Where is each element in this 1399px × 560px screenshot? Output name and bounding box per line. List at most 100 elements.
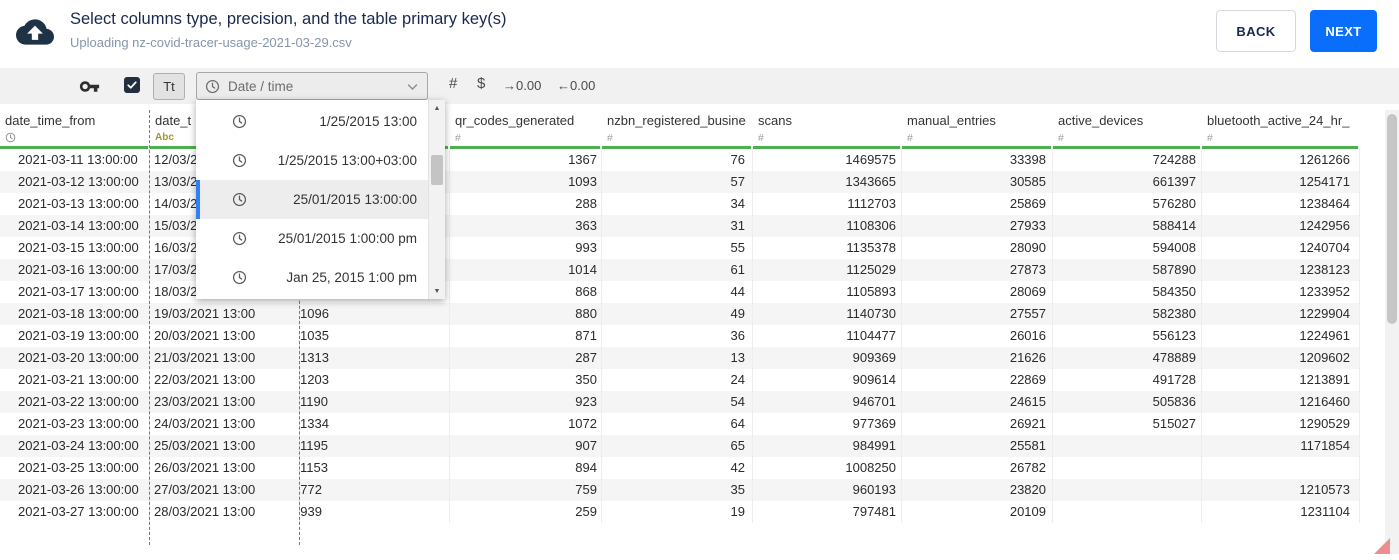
table-cell: 22/03/2021 13:00 — [150, 369, 300, 391]
table-cell: 57 — [602, 171, 753, 193]
table-cell: 27873 — [902, 259, 1053, 281]
table-cell: 515027 — [1053, 413, 1202, 435]
table-cell: 1195 — [300, 435, 450, 457]
chevron-down-icon — [405, 79, 420, 94]
column-type-indicator: # — [1207, 132, 1213, 144]
table-cell: 1343665 — [753, 171, 902, 193]
table-cell: 28/03/2021 13:00 — [150, 501, 300, 523]
scroll-down-arrow-icon[interactable]: ▼ — [429, 284, 445, 298]
table-cell: 2021-03-23 13:00:00 — [0, 413, 150, 435]
table-cell: 1209602 — [1202, 347, 1360, 369]
column-header[interactable]: date_time_from — [0, 110, 150, 132]
dropdown-option[interactable]: 1/25/2015 13:00 — [196, 102, 428, 141]
clock-icon — [232, 192, 247, 207]
include-column-checkbox[interactable] — [124, 77, 140, 93]
table-cell: 2021-03-19 13:00:00 — [0, 325, 150, 347]
column-header[interactable]: active_devices — [1053, 110, 1202, 132]
column-header[interactable]: bluetooth_active_24_hr_ — [1202, 110, 1360, 132]
column-header[interactable]: scans — [753, 110, 902, 132]
column-type-indicator: # — [455, 132, 461, 144]
table-cell: 31 — [602, 215, 753, 237]
table-cell: 24/03/2021 13:00 — [150, 413, 300, 435]
next-button[interactable]: NEXT — [1310, 10, 1377, 52]
table-cell: 21626 — [902, 347, 1053, 369]
column-header[interactable]: manual_entries — [902, 110, 1053, 132]
table-cell: 594008 — [1053, 237, 1202, 259]
table-cell: 661397 — [1053, 171, 1202, 193]
dropdown-scrollbar-thumb[interactable] — [431, 155, 443, 185]
table-cell: 907 — [450, 435, 602, 457]
datetime-select-value: Date / time — [228, 78, 294, 94]
table-cell: 1213891 — [1202, 369, 1360, 391]
column-type-toolbar: Tt Date / time # $ →0.00 ←0.00 — [0, 68, 1399, 104]
clock-icon — [232, 153, 247, 168]
table-cell: 26782 — [902, 457, 1053, 479]
column-header[interactable]: qr_codes_generated — [450, 110, 602, 132]
table-cell: 1242956 — [1202, 215, 1360, 237]
table-cell: 1035 — [300, 325, 450, 347]
table-cell: 28090 — [902, 237, 1053, 259]
table-cell: 30585 — [902, 171, 1053, 193]
table-cell: 759 — [450, 479, 602, 501]
table-cell: 909369 — [753, 347, 902, 369]
number-type-button[interactable]: # — [449, 75, 457, 92]
table-cell: 20109 — [902, 501, 1053, 523]
table-cell: 1334 — [300, 413, 450, 435]
table-row: 2021-03-20 13:00:00 21/03/2021 13:00 1313 2… — [0, 347, 1360, 369]
table-cell: 1367 — [450, 149, 602, 171]
dropdown-option[interactable]: Jan 25, 2015 1:00 pm — [196, 258, 428, 297]
table-cell: 28069 — [902, 281, 1053, 303]
table-cell: 1096 — [300, 303, 450, 325]
text-type-button[interactable]: Tt — [153, 73, 185, 100]
table-cell: 23/03/2021 13:00 — [150, 391, 300, 413]
table-cell: 2021-03-26 13:00:00 — [0, 479, 150, 501]
table-cell: 19/03/2021 13:00 — [150, 303, 300, 325]
table-cell: 19 — [602, 501, 753, 523]
table-cell: 26016 — [902, 325, 1053, 347]
dropdown-option[interactable]: 25/01/2015 13:00:00 — [196, 180, 428, 219]
decrease-decimal-button[interactable]: ←0.00 — [557, 78, 595, 93]
dropdown-scrollbar[interactable]: ▲ ▼ — [428, 100, 445, 299]
table-cell: 363 — [450, 215, 602, 237]
table-cell: 1216460 — [1202, 391, 1360, 413]
increase-decimal-button[interactable]: →0.00 — [503, 78, 541, 93]
table-cell: 894 — [450, 457, 602, 479]
selected-column-left-boundary — [149, 110, 150, 545]
vertical-scrollbar-thumb[interactable] — [1387, 114, 1397, 324]
dropdown-option[interactable]: 25/01/2015 1:00:00 pm — [196, 219, 428, 258]
table-cell: 505836 — [1053, 391, 1202, 413]
scroll-up-arrow-icon[interactable]: ▲ — [429, 101, 445, 115]
table-cell: 2021-03-12 13:00:00 — [0, 171, 150, 193]
primary-key-icon[interactable] — [79, 76, 100, 97]
table-cell: 24615 — [902, 391, 1053, 413]
table-cell: 288 — [450, 193, 602, 215]
table-cell: 1290529 — [1202, 413, 1360, 435]
table-cell: 26921 — [902, 413, 1053, 435]
table-cell: 55 — [602, 237, 753, 259]
table-cell: 25581 — [902, 435, 1053, 457]
table-cell: 22869 — [902, 369, 1053, 391]
table-cell: 287 — [450, 347, 602, 369]
back-button[interactable]: BACK — [1216, 10, 1296, 52]
table-cell: 24 — [602, 369, 753, 391]
datetime-type-select[interactable]: Date / time — [196, 72, 428, 100]
column-header[interactable]: nzbn_registered_busine — [602, 110, 753, 132]
table-cell: 2021-03-21 13:00:00 — [0, 369, 150, 391]
table-row: 2021-03-24 13:00:00 25/03/2021 13:00 1195 9… — [0, 435, 1360, 457]
table-cell: 2021-03-22 13:00:00 — [0, 391, 150, 413]
vertical-scrollbar[interactable] — [1385, 110, 1399, 554]
currency-type-button[interactable]: $ — [477, 75, 485, 92]
table-cell: 35 — [602, 479, 753, 501]
table-cell: 27557 — [902, 303, 1053, 325]
dropdown-option[interactable]: 1/25/2015 13:00+03:00 — [196, 141, 428, 180]
table-cell: 1233952 — [1202, 281, 1360, 303]
table-cell: 1108306 — [753, 215, 902, 237]
table-cell: 960193 — [753, 479, 902, 501]
upload-cloud-icon — [16, 16, 54, 53]
table-cell: 27933 — [902, 215, 1053, 237]
table-cell: 491728 — [1053, 369, 1202, 391]
table-cell: 2021-03-24 13:00:00 — [0, 435, 150, 457]
datetime-format-menu: 1/25/2015 13:00 1/25/2015 13:00+03:00 25/0… — [196, 100, 445, 299]
upload-status-text: Uploading nz-covid-tracer-usage-2021-03-… — [70, 35, 352, 50]
table-cell: 2021-03-27 13:00:00 — [0, 501, 150, 523]
